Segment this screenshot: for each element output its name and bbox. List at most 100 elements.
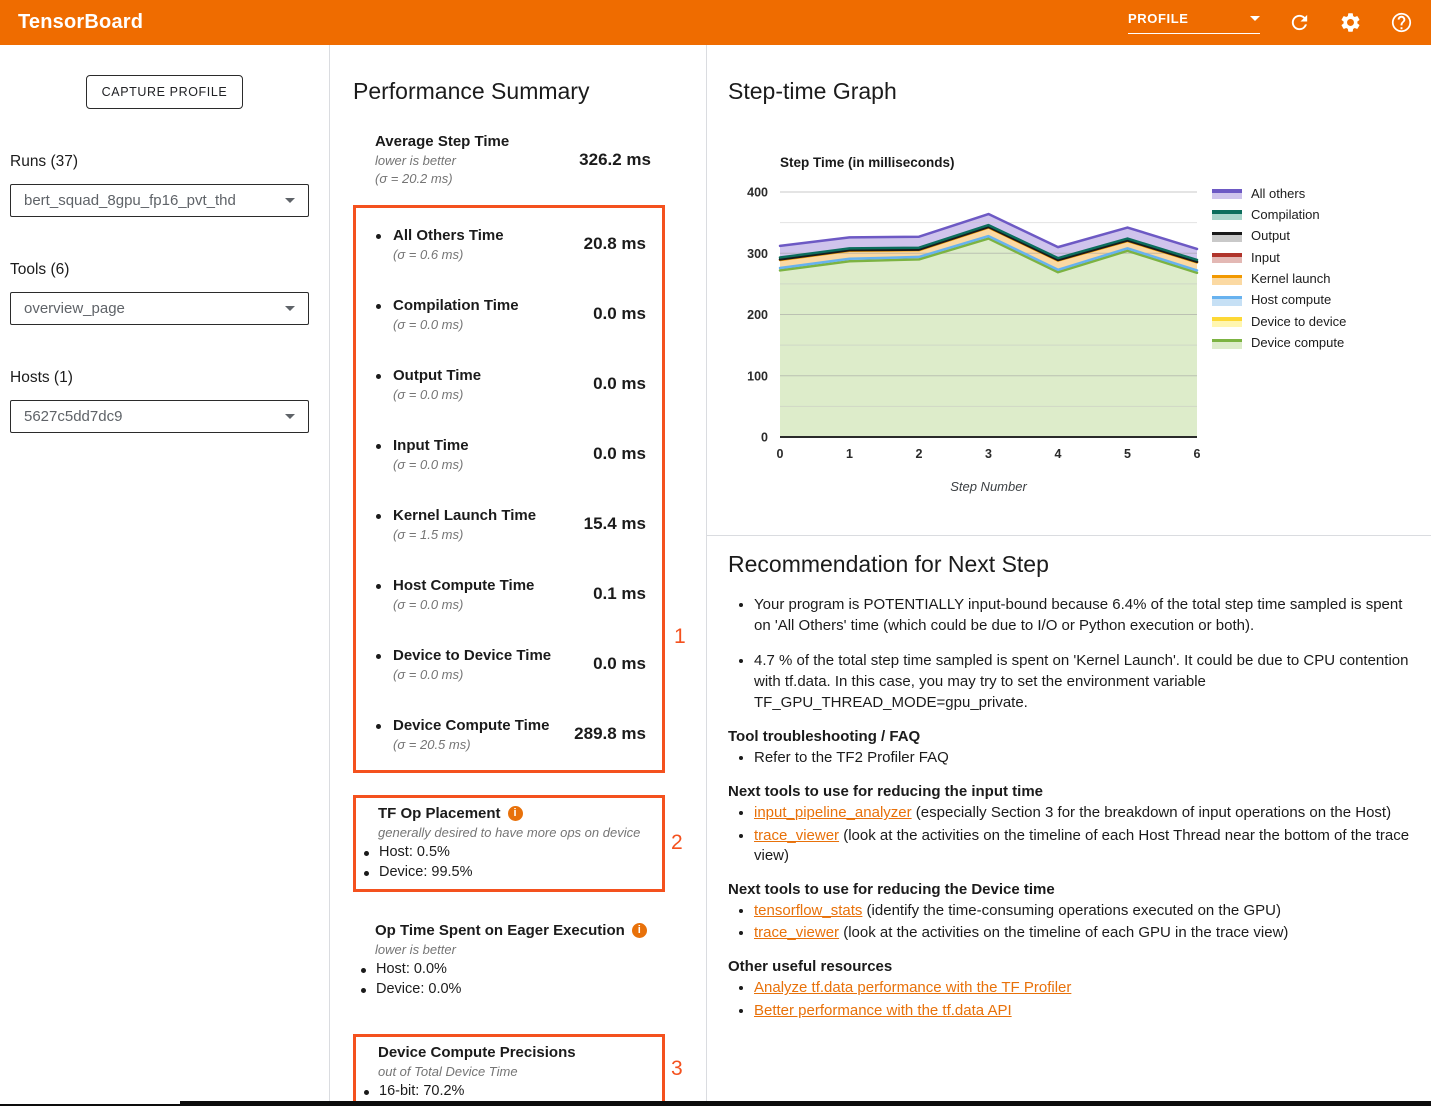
recommendation-section: Recommendation for Next Step Your progra…	[728, 551, 1415, 1024]
average-step-time-sub: lower is better	[375, 153, 509, 168]
summary-item-sigma: (σ = 0.0 ms)	[393, 667, 551, 682]
step-time-chart-svg[interactable]: 01002003004000123456Step Time (in millis…	[707, 145, 1207, 505]
metric-bullet: Device: 99.5%	[364, 864, 654, 880]
legend-swatch-icon	[1212, 251, 1242, 263]
recommendation-subsections: Tool troubleshooting / FAQ Refer to the T…	[728, 728, 1415, 1020]
tool-link[interactable]: input_pipeline_analyzer	[754, 804, 912, 821]
summary-item-row: All Others Time (σ = 0.6 ms) 20.8 ms	[356, 209, 662, 279]
legend-entry: Host compute	[1212, 292, 1346, 308]
recommendation-item: Refer to the TF2 Profiler FAQ	[754, 748, 1415, 768]
svg-text:Step Time (in milliseconds): Step Time (in milliseconds)	[780, 155, 955, 170]
recommendation-bullet: 4.7 % of the total step time sampled is …	[754, 650, 1415, 714]
selector-value: overview_page	[24, 300, 125, 317]
selector-dropdown[interactable]: bert_squad_8gpu_fp16_pvt_thd	[10, 184, 309, 217]
metric-bullet: Device: 0.0%	[361, 981, 657, 997]
recommendation-list: Refer to the TF2 Profiler FAQ	[728, 748, 1415, 768]
summary-item-label: All Others Time	[393, 227, 504, 244]
selector-label: Tools (6)	[10, 261, 309, 279]
metric-bullet: Host: 0.0%	[361, 961, 657, 977]
legend-swatch-icon	[1212, 337, 1242, 349]
recommendation-item: trace_viewer (look at the activities on …	[754, 826, 1415, 866]
tool-link[interactable]: trace_viewer	[754, 924, 839, 941]
section-divider	[707, 535, 1431, 536]
summary-item-value: 0.0 ms	[593, 654, 646, 674]
recommendation-item: Better performance with the tf.data API	[754, 1001, 1415, 1021]
tool-link[interactable]: Analyze tf.data performance with the TF …	[754, 979, 1071, 996]
legend-entry: Output	[1212, 228, 1346, 244]
svg-text:6: 6	[1194, 447, 1201, 461]
annotation-number-2: 2	[671, 831, 683, 855]
info-icon[interactable]	[508, 806, 523, 821]
bullet-icon	[376, 444, 381, 449]
legend-swatch-icon	[1212, 187, 1242, 199]
recommendation-item: input_pipeline_analyzer (especially Sect…	[754, 803, 1415, 823]
selector-dropdown[interactable]: 5627c5dd7dc9	[10, 400, 309, 433]
recommendation-item: tensorflow_stats (identify the time-cons…	[754, 901, 1415, 921]
summary-item-label: Compilation Time	[393, 297, 519, 314]
bullet-icon	[376, 724, 381, 729]
sidebar: CAPTURE PROFILE Runs (37) bert_squad_8gp…	[0, 45, 330, 1106]
dashboard-selector-value: PROFILE	[1128, 11, 1189, 26]
step-time-chart[interactable]: 01002003004000123456Step Time (in millis…	[707, 145, 1431, 545]
refresh-icon[interactable]	[1288, 11, 1311, 34]
selector-value: bert_squad_8gpu_fp16_pvt_thd	[24, 192, 236, 209]
summary-item-label: Input Time	[393, 437, 469, 454]
summary-item-sigma: (σ = 20.5 ms)	[393, 737, 549, 752]
selector-value: 5627c5dd7dc9	[24, 408, 122, 425]
tool-link[interactable]: Better performance with the tf.data API	[754, 1002, 1012, 1019]
settings-gear-icon[interactable]	[1339, 11, 1362, 34]
summary-item-sigma: (σ = 0.0 ms)	[393, 317, 519, 332]
summary-item-row: Input Time (σ = 0.0 ms) 0.0 ms	[356, 419, 662, 489]
recommendation-item: trace_viewer (look at the activities on …	[754, 923, 1415, 943]
average-step-time-row: Average Step Time lower is better (σ = 2…	[375, 133, 651, 186]
chart-legend: All othersCompilationOutputInputKernel l…	[1212, 185, 1346, 356]
legend-entry: Compilation	[1212, 206, 1346, 222]
summary-item-label: Output Time	[393, 367, 481, 384]
info-icon[interactable]	[632, 923, 647, 938]
tf-op-placement-subtitle: generally desired to have more ops on de…	[378, 825, 654, 840]
legend-entry: Device to device	[1212, 313, 1346, 329]
tool-link[interactable]: tensorflow_stats	[754, 902, 862, 919]
selector-dropdown[interactable]: overview_page	[10, 292, 309, 325]
annotation-number-1: 1	[674, 625, 686, 649]
legend-entry: Device compute	[1212, 335, 1346, 351]
dropdown-arrow-icon	[285, 198, 295, 203]
performance-summary-title: Performance Summary	[353, 78, 706, 105]
legend-label: Device to device	[1251, 314, 1346, 329]
eager-execution-block: Op Time Spent on Eager Execution lower i…	[353, 922, 665, 997]
average-step-time-label: Average Step Time	[375, 133, 509, 150]
capture-profile-button[interactable]: CAPTURE PROFILE	[86, 75, 244, 109]
legend-label: All others	[1251, 186, 1305, 201]
recommendation-subheading: Tool troubleshooting / FAQ	[728, 728, 1415, 745]
summary-item-value: 15.4 ms	[584, 514, 646, 534]
recommendation-list: Analyze tf.data performance with the TF …	[728, 978, 1415, 1021]
tool-link[interactable]: trace_viewer	[754, 827, 839, 844]
selector-groups: Runs (37) bert_squad_8gpu_fp16_pvt_thd T…	[0, 153, 329, 433]
recommendation-bullets: Your program is POTENTIALLY input-bound …	[728, 594, 1415, 713]
summary-item-sigma: (σ = 0.0 ms)	[393, 457, 469, 472]
summary-item-sigma: (σ = 1.5 ms)	[393, 527, 536, 542]
step-time-panel: Step-time Graph 01002003004000123456Step…	[707, 45, 1431, 1106]
legend-swatch-icon	[1212, 315, 1242, 327]
svg-text:Step Number: Step Number	[950, 479, 1027, 494]
summary-item-sigma: (σ = 0.0 ms)	[393, 387, 481, 402]
bullet-icon	[376, 374, 381, 379]
average-step-time-sigma: (σ = 20.2 ms)	[375, 171, 509, 186]
legend-entry: Kernel launch	[1212, 271, 1346, 287]
svg-text:0: 0	[777, 447, 784, 461]
legend-label: Device compute	[1251, 335, 1344, 350]
recommendation-list: input_pipeline_analyzer (especially Sect…	[728, 803, 1415, 865]
device-compute-precisions-title: Device Compute Precisions	[378, 1044, 576, 1061]
dropdown-arrow-icon	[285, 414, 295, 419]
metric-bullet: 16-bit: 70.2%	[364, 1083, 654, 1099]
recommendation-subheading: Next tools to use for reducing the Devic…	[728, 881, 1415, 898]
bottom-edge-bar	[180, 1101, 1431, 1106]
selector-label: Runs (37)	[10, 153, 309, 171]
dashboard-selector[interactable]: PROFILE	[1128, 11, 1260, 34]
summary-item-value: 0.0 ms	[593, 444, 646, 464]
app-header: TensorBoard PROFILE	[0, 0, 1431, 45]
bullet-icon	[376, 584, 381, 589]
svg-text:400: 400	[747, 186, 768, 200]
legend-swatch-icon	[1212, 294, 1242, 306]
help-icon[interactable]	[1390, 11, 1413, 34]
